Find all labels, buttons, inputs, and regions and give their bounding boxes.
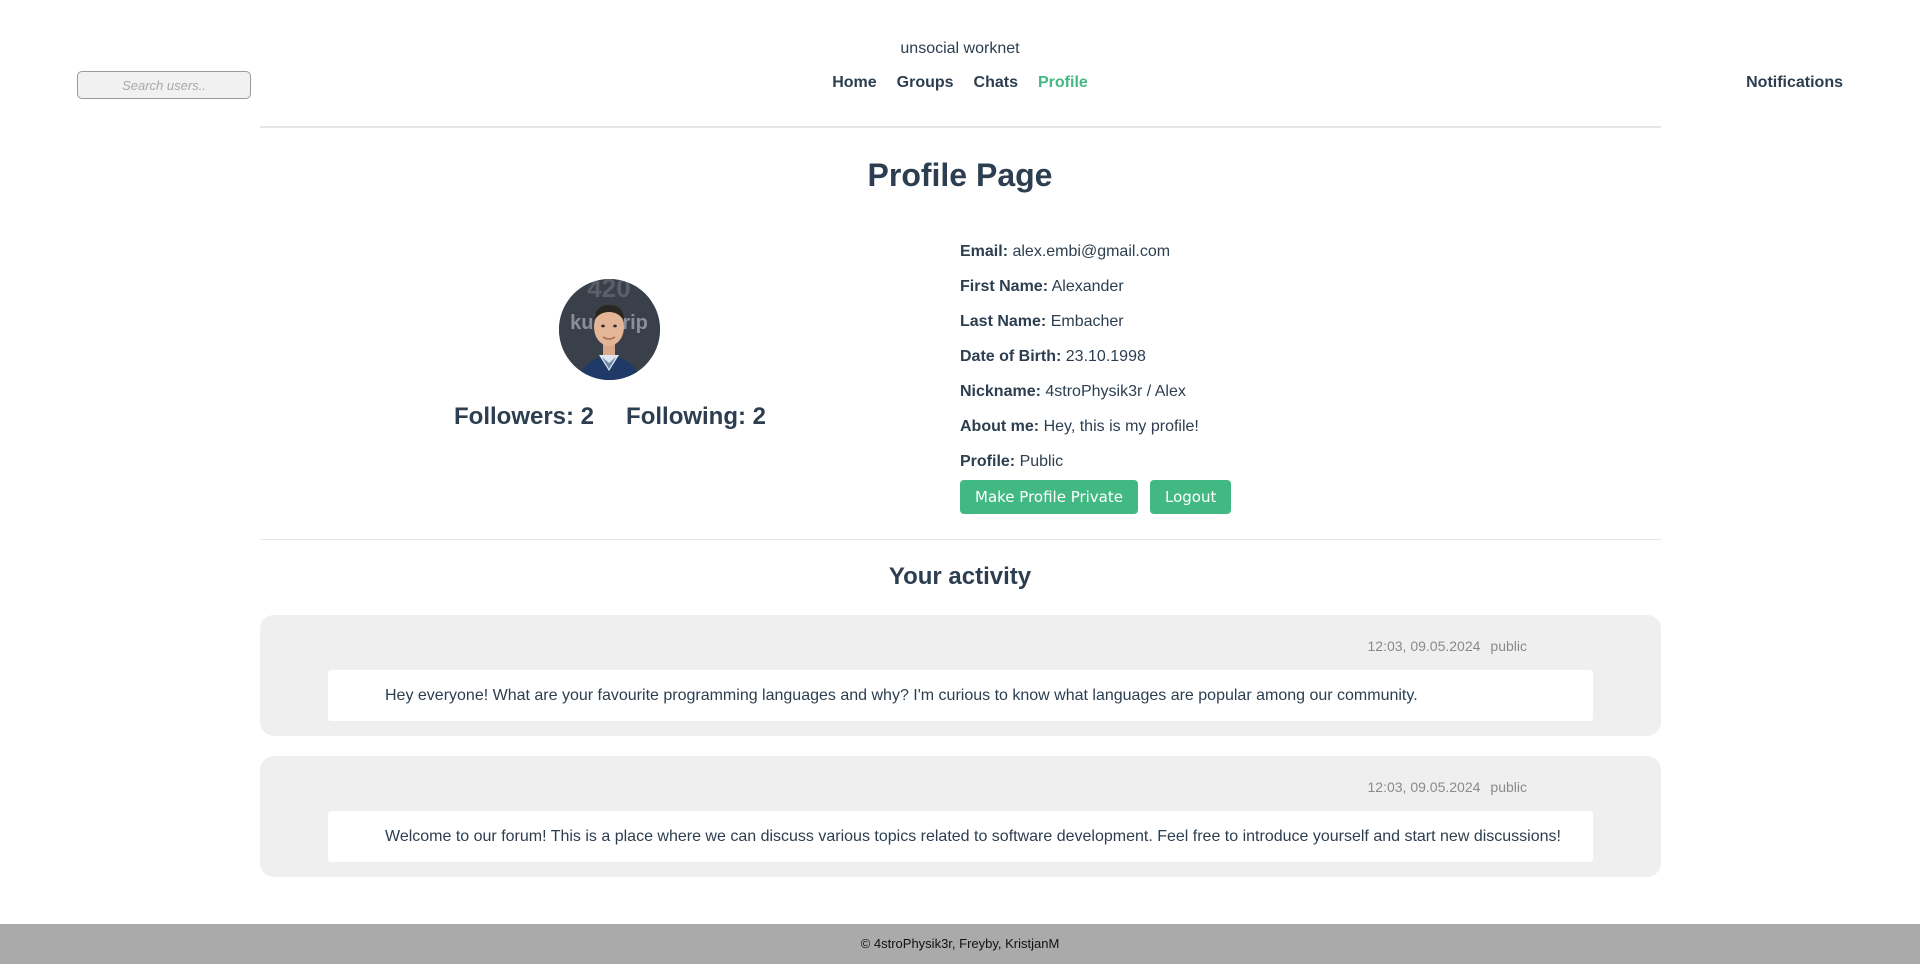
post-card[interactable]: 12:03, 09.05.2024 public Hey everyone! W…: [260, 615, 1661, 736]
activity-title: Your activity: [888, 563, 1032, 590]
followers-count[interactable]: Followers: 2: [454, 403, 594, 431]
info-label: Profile:: [960, 453, 1016, 470]
page-title: Profile Page: [867, 157, 1053, 193]
info-value: Hey, this is my profile!: [1043, 418, 1199, 435]
post-timestamp: 12:03, 09.05.2024: [1367, 779, 1481, 795]
footer-credits: © 4stroPhysik3r, Freyby, KristjanM: [860, 936, 1060, 951]
post-content: Hey everyone! What are your favourite pr…: [328, 670, 1593, 721]
post-meta: 12:03, 09.05.2024 public: [1368, 779, 1527, 795]
nav-link-home[interactable]: Home: [832, 74, 876, 92]
info-row-nickname: Nickname: 4stroPhysik3r / Alex: [960, 374, 1199, 409]
info-label: First Name:: [960, 278, 1049, 295]
info-row-email: Email: alex.embi@gmail.com: [960, 234, 1199, 269]
make-profile-private-button[interactable]: Make Profile Private: [960, 480, 1138, 514]
info-row-profile-visibility: Profile: Public: [960, 444, 1199, 479]
post-content: Welcome to our forum! This is a place wh…: [328, 811, 1593, 862]
info-value: Embacher: [1050, 313, 1124, 330]
avatar-image: 420 kulkurip: [559, 279, 660, 380]
info-label: About me:: [960, 418, 1040, 435]
info-value: 23.10.1998: [1065, 348, 1146, 365]
logout-button[interactable]: Logout: [1150, 480, 1232, 514]
info-value: 4stroPhysik3r / Alex: [1045, 383, 1186, 400]
info-label: Date of Birth:: [960, 348, 1062, 365]
info-row-first-name: First Name: Alexander: [960, 269, 1199, 304]
info-label: Email:: [960, 243, 1009, 260]
section-divider: [260, 539, 1661, 540]
info-value: Public: [1019, 453, 1064, 470]
info-row-last-name: Last Name: Embacher: [960, 304, 1199, 339]
following-count[interactable]: Following: 2: [626, 403, 766, 431]
profile-info: Email: alex.embi@gmail.com First Name: A…: [960, 234, 1199, 479]
post-timestamp: 12:03, 09.05.2024: [1367, 638, 1481, 654]
nav-link-profile[interactable]: Profile: [1038, 74, 1088, 92]
info-label: Last Name:: [960, 313, 1047, 330]
footer: © 4stroPhysik3r, Freyby, KristjanM: [0, 924, 1920, 964]
info-value: Alexander: [1051, 278, 1124, 295]
header-divider: [260, 126, 1661, 128]
info-row-about-me: About me: Hey, this is my profile!: [960, 409, 1199, 444]
svg-text:420: 420: [587, 279, 630, 303]
post-visibility: public: [1490, 638, 1527, 654]
info-label: Nickname:: [960, 383, 1041, 400]
nav-link-chats[interactable]: Chats: [974, 74, 1018, 92]
main-nav: Home Groups Chats Profile: [0, 74, 1920, 92]
avatar: 420 kulkurip: [559, 279, 660, 380]
info-row-date-of-birth: Date of Birth: 23.10.1998: [960, 339, 1199, 374]
notifications-link[interactable]: Notifications: [1746, 74, 1843, 92]
post-visibility: public: [1490, 779, 1527, 795]
follow-stats: Followers: 2 Following: 2: [454, 403, 766, 431]
info-value: alex.embi@gmail.com: [1012, 243, 1171, 260]
post-card[interactable]: 12:03, 09.05.2024 public Welcome to our …: [260, 756, 1661, 877]
nav-link-groups[interactable]: Groups: [897, 74, 954, 92]
profile-actions: Make Profile Private Logout: [960, 480, 1232, 514]
site-title: unsocial worknet: [900, 40, 1020, 57]
post-meta: 12:03, 09.05.2024 public: [1368, 638, 1527, 654]
profile-page: unsocial worknet Home Groups Chats Profi…: [0, 0, 1920, 964]
